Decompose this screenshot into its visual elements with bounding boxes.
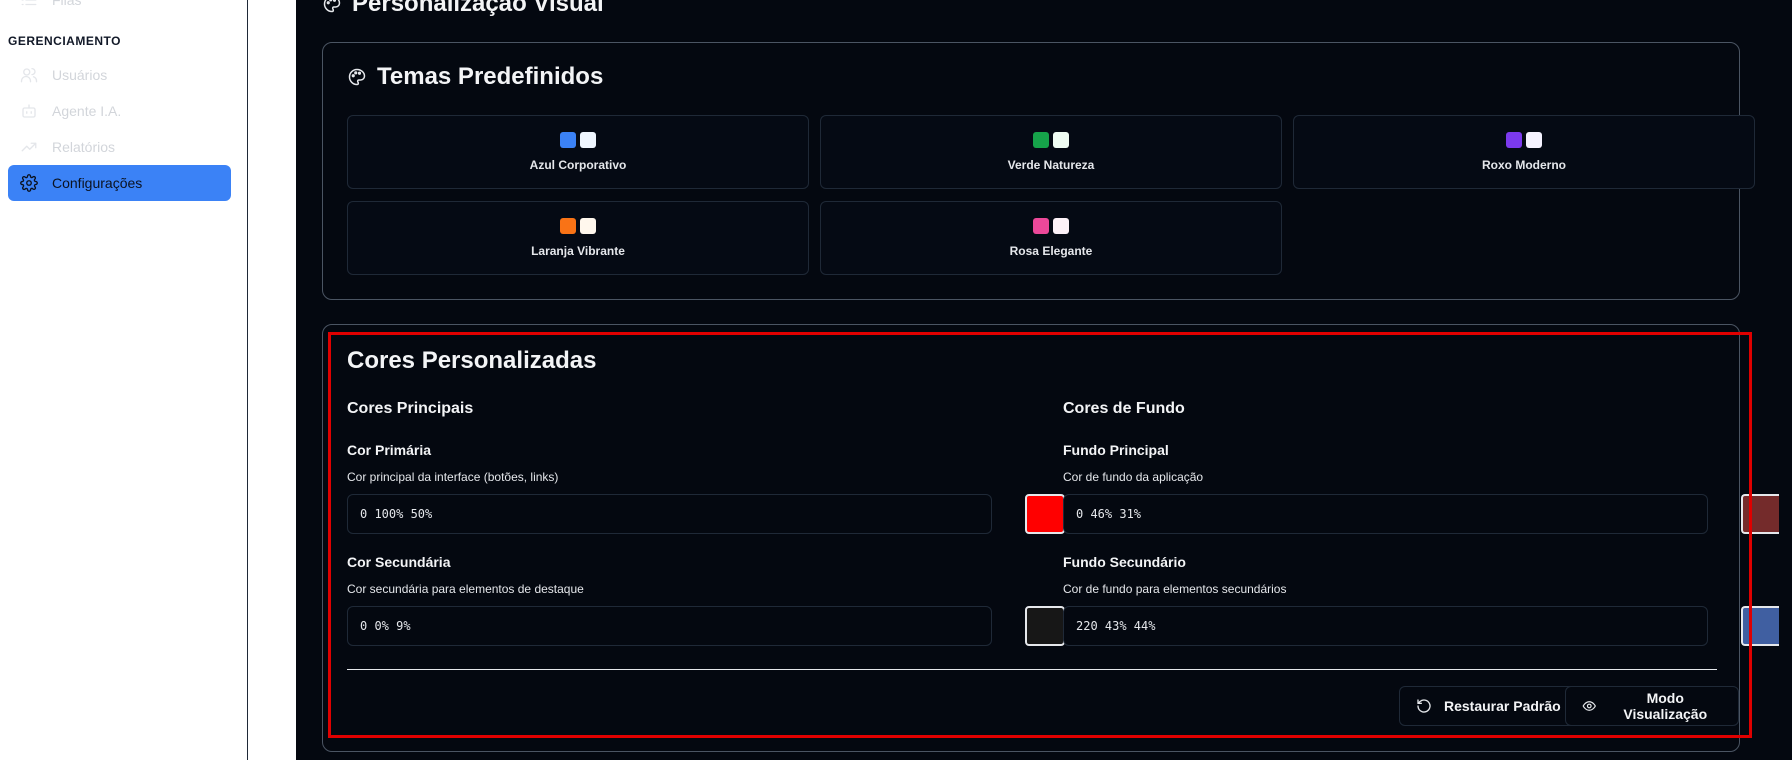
theme-swatches: [560, 132, 596, 148]
primary-swatch: [560, 218, 576, 234]
sidebar: Filas GERENCIAMENTO Usuários Agente I.A.…: [0, 0, 248, 760]
rotate-ccw-icon: [1417, 699, 1431, 713]
sidebar-item-label: Relatórios: [52, 139, 116, 155]
secondary-color-swatch[interactable]: [1025, 606, 1065, 646]
background-secondary-swatch[interactable]: [1741, 606, 1779, 646]
secondary-swatch: [1526, 132, 1542, 148]
secondary-swatch: [580, 132, 596, 148]
secondary-swatch: [1053, 218, 1069, 234]
secondary-color-input[interactable]: [347, 606, 992, 646]
background-primary-label: Fundo Principal: [1063, 442, 1169, 458]
gear-icon: [20, 174, 38, 192]
secondary-color-desc: Cor secundária para elementos de destaqu…: [347, 582, 584, 596]
primary-color-label: Cor Primária: [347, 442, 432, 458]
theme-name: Azul Corporativo: [529, 158, 627, 172]
section-divider: [347, 669, 1717, 670]
theme-swatches: [1033, 132, 1069, 148]
themes-title-text: Temas Predefinidos: [377, 63, 604, 90]
background-primary-desc: Cor de fundo da aplicação: [1063, 470, 1204, 484]
primary-color-input[interactable]: [347, 494, 992, 534]
palette-icon: [323, 0, 341, 13]
theme-name: Verde Natureza: [1007, 158, 1095, 172]
theme-azul-corporativo[interactable]: Azul Corporativo: [347, 115, 809, 189]
theme-name: Laranja Vibrante: [531, 244, 625, 258]
background-primary-input[interactable]: [1063, 494, 1708, 534]
secondary-swatch: [580, 218, 596, 234]
background-colors-heading: Cores de Fundo: [1063, 400, 1185, 417]
sidebar-item-relatorios[interactable]: Relatórios: [8, 129, 231, 165]
background-secondary-input[interactable]: [1063, 606, 1708, 646]
page-title: Personalização Visual: [322, 0, 604, 18]
main-colors-heading: Cores Principais: [347, 400, 474, 417]
background-primary-swatch[interactable]: [1741, 494, 1779, 534]
sidebar-item-label: Usuários: [52, 67, 108, 83]
theme-laranja-vibrante[interactable]: Laranja Vibrante: [347, 201, 809, 275]
primary-swatch: [560, 132, 576, 148]
primary-swatch: [1033, 132, 1049, 148]
trending-up-icon: [21, 142, 37, 152]
theme-swatches: [1033, 218, 1069, 234]
sidebar-item-usuarios[interactable]: Usuários: [8, 57, 231, 93]
theme-verde-natureza[interactable]: Verde Natureza: [820, 115, 1282, 189]
background-secondary-label: Fundo Secundário: [1063, 554, 1186, 570]
custom-colors-card: Cores Personalizadas Cores Principais Co…: [322, 324, 1779, 752]
themes-card: Temas Predefinidos Azul Corporativo Verd…: [322, 42, 1755, 300]
custom-colors-title: Cores Personalizadas: [347, 347, 597, 374]
theme-name: Roxo Moderno: [1482, 158, 1566, 172]
sidebar-item-label: Configurações: [52, 175, 143, 191]
sidebar-section-title: GERENCIAMENTO: [8, 34, 121, 48]
sidebar-item-agente[interactable]: Agente I.A.: [8, 93, 231, 129]
primary-swatch: [1506, 132, 1522, 148]
sidebar-item-label: Agente I.A.: [52, 103, 122, 119]
background-secondary-desc: Cor de fundo para elementos secundários: [1063, 582, 1287, 596]
restore-default-button[interactable]: Restaurar Padrão: [1399, 686, 1578, 726]
secondary-swatch: [1053, 132, 1069, 148]
eye-icon: [1582, 701, 1596, 711]
primary-color-desc: Cor principal da interface (botões, link…: [347, 470, 559, 484]
theme-name: Rosa Elegante: [1009, 244, 1093, 258]
preview-mode-button[interactable]: Modo Visualização: [1565, 686, 1739, 726]
theme-swatches: [560, 218, 596, 234]
primary-color-swatch[interactable]: [1025, 494, 1065, 534]
list-icon: [21, 0, 37, 6]
users-icon: [20, 67, 38, 83]
restore-default-label: Restaurar Padrão: [1444, 698, 1561, 714]
secondary-color-label: Cor Secundária: [347, 554, 451, 570]
preview-mode-label: Modo Visualização: [1623, 690, 1708, 722]
sidebar-item-label: Filas: [52, 0, 82, 8]
sidebar-item-configuracoes[interactable]: Configurações: [8, 165, 231, 201]
themes-title: Temas Predefinidos: [347, 63, 603, 91]
main-content: Personalização Visual Temas Predefinidos…: [296, 0, 1792, 760]
palette-icon: [348, 68, 366, 86]
bot-icon: [22, 104, 36, 118]
sidebar-item-filas[interactable]: Filas: [8, 0, 231, 18]
page-title-text: Personalização Visual: [352, 0, 604, 17]
theme-rosa-elegante[interactable]: Rosa Elegante: [820, 201, 1282, 275]
primary-swatch: [1033, 218, 1049, 234]
theme-swatches: [1506, 132, 1542, 148]
page-gutter: [248, 0, 296, 760]
theme-roxo-moderno[interactable]: Roxo Moderno: [1293, 115, 1755, 189]
